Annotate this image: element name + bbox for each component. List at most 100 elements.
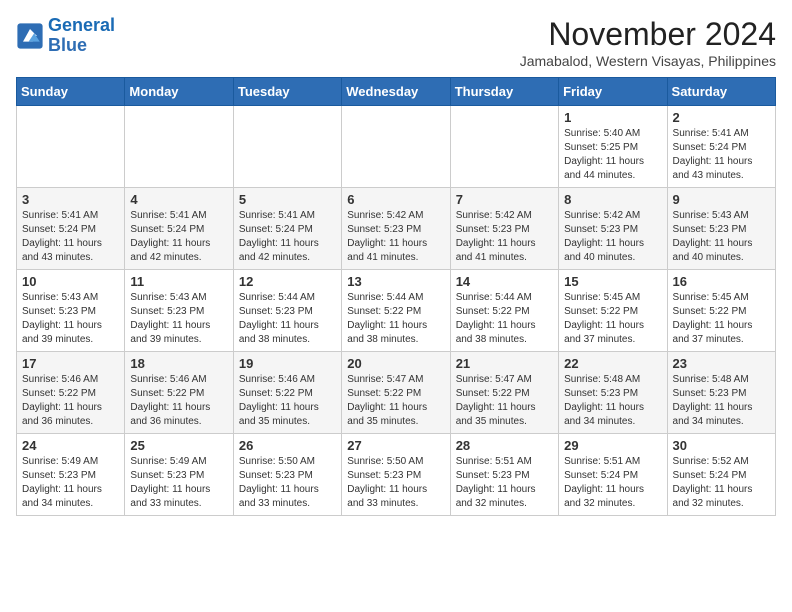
day-number: 18 xyxy=(130,356,227,371)
day-info: Sunrise: 5:50 AM Sunset: 5:23 PM Dayligh… xyxy=(347,455,444,511)
weekday-header-monday: Monday xyxy=(125,78,233,106)
calendar-cell: 19 Sunrise: 5:46 AM Sunset: 5:22 PM Dayli… xyxy=(233,352,341,434)
title-area: November 2024 Jamabalod, Western Visayas… xyxy=(520,16,776,69)
day-info: Sunrise: 5:43 AM Sunset: 5:23 PM Dayligh… xyxy=(673,209,770,265)
day-number: 28 xyxy=(456,438,553,453)
calendar-cell: 9 Sunrise: 5:43 AM Sunset: 5:23 PM Daylig… xyxy=(667,188,775,270)
page-header: General Blue November 2024 Jamabalod, We… xyxy=(16,16,776,69)
day-number: 26 xyxy=(239,438,336,453)
day-info: Sunrise: 5:44 AM Sunset: 5:22 PM Dayligh… xyxy=(347,291,444,347)
day-number: 8 xyxy=(564,192,661,207)
calendar-cell: 15 Sunrise: 5:45 AM Sunset: 5:22 PM Dayli… xyxy=(559,270,667,352)
day-info: Sunrise: 5:43 AM Sunset: 5:23 PM Dayligh… xyxy=(130,291,227,347)
day-info: Sunrise: 5:46 AM Sunset: 5:22 PM Dayligh… xyxy=(22,373,119,429)
calendar-cell: 1 Sunrise: 5:40 AM Sunset: 5:25 PM Daylig… xyxy=(559,106,667,188)
day-number: 20 xyxy=(347,356,444,371)
weekday-header-friday: Friday xyxy=(559,78,667,106)
day-number: 11 xyxy=(130,274,227,289)
day-info: Sunrise: 5:48 AM Sunset: 5:23 PM Dayligh… xyxy=(564,373,661,429)
day-info: Sunrise: 5:49 AM Sunset: 5:23 PM Dayligh… xyxy=(130,455,227,511)
day-number: 1 xyxy=(564,110,661,125)
day-info: Sunrise: 5:47 AM Sunset: 5:22 PM Dayligh… xyxy=(347,373,444,429)
day-info: Sunrise: 5:42 AM Sunset: 5:23 PM Dayligh… xyxy=(564,209,661,265)
day-info: Sunrise: 5:49 AM Sunset: 5:23 PM Dayligh… xyxy=(22,455,119,511)
day-number: 27 xyxy=(347,438,444,453)
day-number: 2 xyxy=(673,110,770,125)
day-number: 19 xyxy=(239,356,336,371)
calendar-cell xyxy=(233,106,341,188)
day-info: Sunrise: 5:48 AM Sunset: 5:23 PM Dayligh… xyxy=(673,373,770,429)
day-info: Sunrise: 5:42 AM Sunset: 5:23 PM Dayligh… xyxy=(456,209,553,265)
calendar-cell: 20 Sunrise: 5:47 AM Sunset: 5:22 PM Dayli… xyxy=(342,352,450,434)
calendar-cell: 27 Sunrise: 5:50 AM Sunset: 5:23 PM Dayli… xyxy=(342,434,450,516)
day-info: Sunrise: 5:46 AM Sunset: 5:22 PM Dayligh… xyxy=(239,373,336,429)
calendar-cell: 7 Sunrise: 5:42 AM Sunset: 5:23 PM Daylig… xyxy=(450,188,558,270)
logo: General Blue xyxy=(16,16,115,56)
calendar-week-row: 24 Sunrise: 5:49 AM Sunset: 5:23 PM Dayli… xyxy=(17,434,776,516)
weekday-header-thursday: Thursday xyxy=(450,78,558,106)
calendar-cell: 16Sunrise: 5:45 AM Sunset: 5:22 PM Dayli… xyxy=(667,270,775,352)
calendar-cell xyxy=(342,106,450,188)
month-title: November 2024 xyxy=(520,16,776,53)
day-info: Sunrise: 5:52 AM Sunset: 5:24 PM Dayligh… xyxy=(673,455,770,511)
calendar-cell: 17 Sunrise: 5:46 AM Sunset: 5:22 PM Dayli… xyxy=(17,352,125,434)
day-number: 22 xyxy=(564,356,661,371)
day-number: 14 xyxy=(456,274,553,289)
calendar-cell: 30 Sunrise: 5:52 AM Sunset: 5:24 PM Dayli… xyxy=(667,434,775,516)
day-info: Sunrise: 5:51 AM Sunset: 5:23 PM Dayligh… xyxy=(456,455,553,511)
weekday-header-saturday: Saturday xyxy=(667,78,775,106)
calendar-cell: 2Sunrise: 5:41 AM Sunset: 5:24 PM Daylig… xyxy=(667,106,775,188)
calendar-cell: 26 Sunrise: 5:50 AM Sunset: 5:23 PM Dayli… xyxy=(233,434,341,516)
day-number: 17 xyxy=(22,356,119,371)
calendar-cell: 24 Sunrise: 5:49 AM Sunset: 5:23 PM Dayli… xyxy=(17,434,125,516)
day-number: 30 xyxy=(673,438,770,453)
day-info: Sunrise: 5:47 AM Sunset: 5:22 PM Dayligh… xyxy=(456,373,553,429)
calendar-cell: 5Sunrise: 5:41 AM Sunset: 5:24 PM Daylig… xyxy=(233,188,341,270)
location-subtitle: Jamabalod, Western Visayas, Philippines xyxy=(520,53,776,69)
calendar-cell: 3 Sunrise: 5:41 AM Sunset: 5:24 PM Daylig… xyxy=(17,188,125,270)
calendar-cell: 23 Sunrise: 5:48 AM Sunset: 5:23 PM Dayli… xyxy=(667,352,775,434)
day-number: 3 xyxy=(22,192,119,207)
weekday-header-sunday: Sunday xyxy=(17,78,125,106)
calendar-cell: 12Sunrise: 5:44 AM Sunset: 5:23 PM Dayli… xyxy=(233,270,341,352)
calendar-cell: 28 Sunrise: 5:51 AM Sunset: 5:23 PM Dayli… xyxy=(450,434,558,516)
calendar-cell: 29Sunrise: 5:51 AM Sunset: 5:24 PM Dayli… xyxy=(559,434,667,516)
calendar-cell: 13 Sunrise: 5:44 AM Sunset: 5:22 PM Dayli… xyxy=(342,270,450,352)
calendar-cell: 10Sunrise: 5:43 AM Sunset: 5:23 PM Dayli… xyxy=(17,270,125,352)
day-number: 7 xyxy=(456,192,553,207)
calendar-cell: 14 Sunrise: 5:44 AM Sunset: 5:22 PM Dayli… xyxy=(450,270,558,352)
day-number: 25 xyxy=(130,438,227,453)
calendar-cell xyxy=(17,106,125,188)
day-info: Sunrise: 5:41 AM Sunset: 5:24 PM Dayligh… xyxy=(22,209,119,265)
weekday-header-wednesday: Wednesday xyxy=(342,78,450,106)
calendar-cell: 4Sunrise: 5:41 AM Sunset: 5:24 PM Daylig… xyxy=(125,188,233,270)
day-info: Sunrise: 5:45 AM Sunset: 5:22 PM Dayligh… xyxy=(673,291,770,347)
day-number: 9 xyxy=(673,192,770,207)
day-info: Sunrise: 5:45 AM Sunset: 5:22 PM Dayligh… xyxy=(564,291,661,347)
day-number: 15 xyxy=(564,274,661,289)
day-info: Sunrise: 5:40 AM Sunset: 5:25 PM Dayligh… xyxy=(564,127,661,183)
calendar-cell xyxy=(450,106,558,188)
calendar-week-row: 3 Sunrise: 5:41 AM Sunset: 5:24 PM Daylig… xyxy=(17,188,776,270)
logo-icon xyxy=(16,22,44,50)
day-info: Sunrise: 5:42 AM Sunset: 5:23 PM Dayligh… xyxy=(347,209,444,265)
day-number: 13 xyxy=(347,274,444,289)
day-number: 23 xyxy=(673,356,770,371)
calendar-cell: 18 Sunrise: 5:46 AM Sunset: 5:22 PM Dayli… xyxy=(125,352,233,434)
calendar-cell: 11 Sunrise: 5:43 AM Sunset: 5:23 PM Dayli… xyxy=(125,270,233,352)
day-info: Sunrise: 5:43 AM Sunset: 5:23 PM Dayligh… xyxy=(22,291,119,347)
day-info: Sunrise: 5:41 AM Sunset: 5:24 PM Dayligh… xyxy=(130,209,227,265)
day-number: 12 xyxy=(239,274,336,289)
day-number: 24 xyxy=(22,438,119,453)
calendar-cell: 8 Sunrise: 5:42 AM Sunset: 5:23 PM Daylig… xyxy=(559,188,667,270)
calendar-cell xyxy=(125,106,233,188)
day-info: Sunrise: 5:44 AM Sunset: 5:22 PM Dayligh… xyxy=(456,291,553,347)
calendar-table: SundayMondayTuesdayWednesdayThursdayFrid… xyxy=(16,77,776,516)
logo-text: General Blue xyxy=(48,16,115,56)
day-number: 29 xyxy=(564,438,661,453)
day-info: Sunrise: 5:46 AM Sunset: 5:22 PM Dayligh… xyxy=(130,373,227,429)
weekday-header-tuesday: Tuesday xyxy=(233,78,341,106)
day-info: Sunrise: 5:50 AM Sunset: 5:23 PM Dayligh… xyxy=(239,455,336,511)
day-number: 5 xyxy=(239,192,336,207)
calendar-week-row: 17 Sunrise: 5:46 AM Sunset: 5:22 PM Dayli… xyxy=(17,352,776,434)
